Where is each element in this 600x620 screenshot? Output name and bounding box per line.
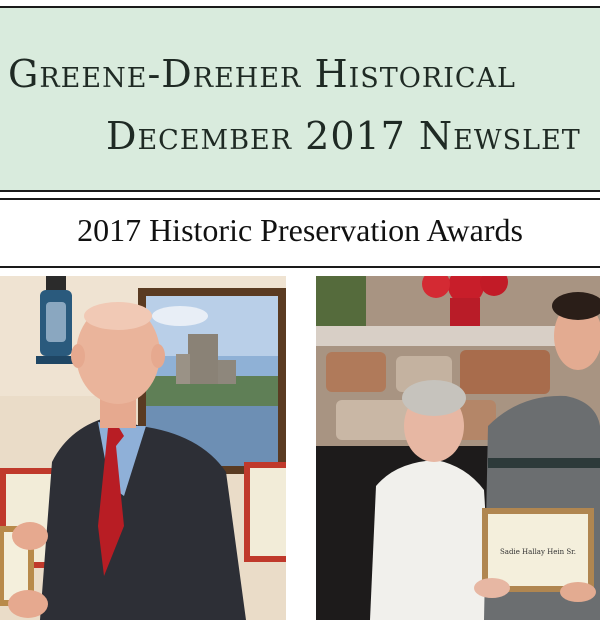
- newsletter-masthead: Greene-Dreher Historical December 2017 N…: [0, 0, 600, 196]
- masthead-banner: Greene-Dreher Historical December 2017 N…: [0, 6, 600, 192]
- photo-illustration: [0, 276, 286, 620]
- headline-bar: 2017 Historic Preservation Awards: [0, 198, 600, 268]
- award-recipient-man-photo: [0, 276, 286, 620]
- certificate-text: Sadie Hallay Hein Sr.: [500, 548, 576, 556]
- article-headline: 2017 Historic Preservation Awards: [77, 212, 523, 248]
- photo-illustration: Sadie Hallay Hein Sr.: [316, 276, 600, 620]
- award-recipients-pair-photo: Sadie Hallay Hein Sr.: [316, 276, 600, 620]
- masthead-title: Greene-Dreher Historical: [8, 52, 516, 96]
- masthead-issue: December 2017 Newslet: [106, 114, 581, 158]
